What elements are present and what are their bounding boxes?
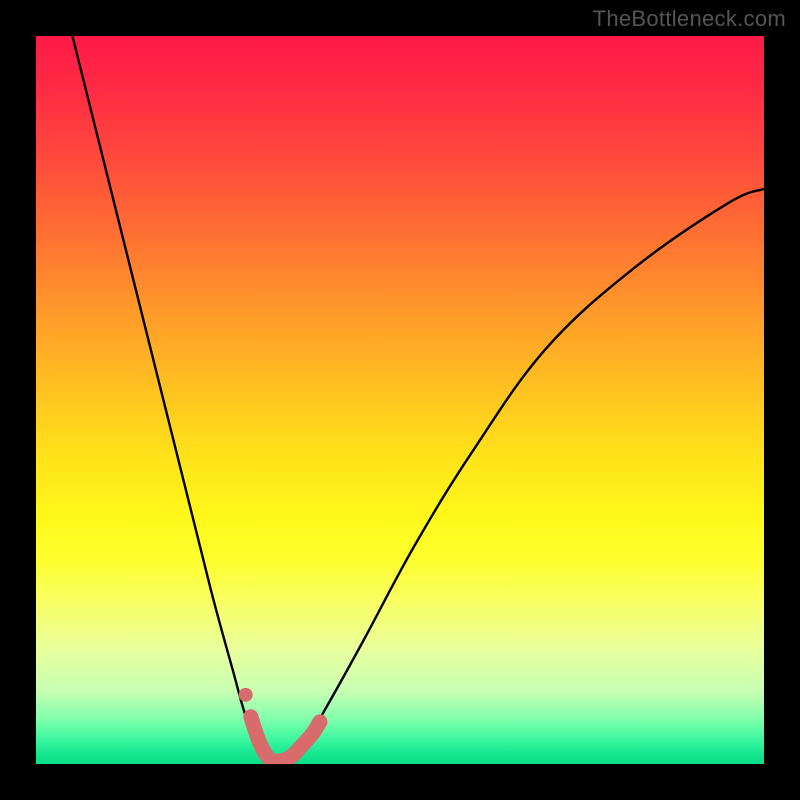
chart-frame: TheBottleneck.com — [0, 0, 800, 800]
highlight-dot-icon — [239, 688, 253, 702]
bottleneck-curve — [72, 36, 764, 764]
plot-area — [36, 36, 764, 764]
optimal-highlight — [251, 717, 320, 762]
curve-layer — [36, 36, 764, 764]
watermark-text: TheBottleneck.com — [593, 6, 786, 32]
